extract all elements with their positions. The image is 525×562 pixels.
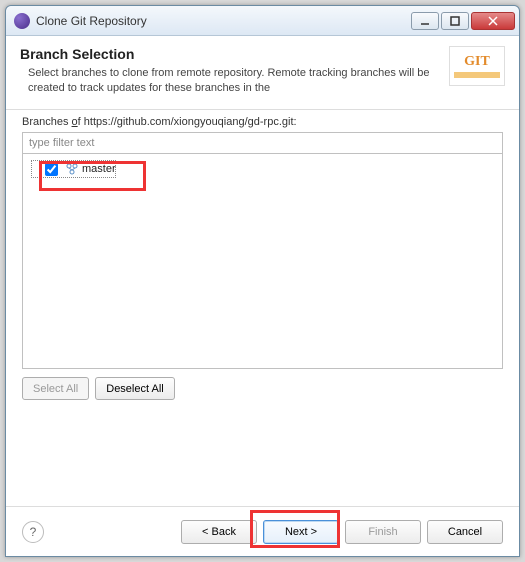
filter-placeholder: type filter text [29, 137, 94, 149]
select-all-button[interactable]: Select All [22, 377, 89, 400]
branch-tree[interactable]: master [22, 154, 503, 369]
branch-checkbox[interactable] [45, 163, 58, 176]
page-description: Select branches to clone from remote rep… [20, 66, 441, 97]
window-title: Clone Git Repository [36, 14, 411, 28]
cancel-button[interactable]: Cancel [427, 520, 503, 544]
git-logo: GIT [449, 46, 505, 86]
next-button[interactable]: Next > [263, 520, 339, 544]
branches-label: Branches of https://github.com/xiongyouq… [22, 116, 503, 128]
header-area: Branch Selection Select branches to clon… [6, 36, 519, 110]
app-icon [14, 13, 30, 29]
maximize-button[interactable] [441, 12, 469, 30]
window-controls [411, 12, 515, 30]
minimize-button[interactable] [411, 12, 439, 30]
footer: ? < Back Next > Finish Cancel [6, 506, 519, 556]
branch-icon [65, 162, 79, 176]
dialog-window: Clone Git Repository Branch Selection Se… [5, 5, 520, 557]
branch-item-master[interactable]: master [31, 160, 116, 178]
back-button[interactable]: < Back [181, 520, 257, 544]
page-title: Branch Selection [20, 46, 441, 62]
close-button[interactable] [471, 12, 515, 30]
deselect-all-button[interactable]: Deselect All [95, 377, 174, 400]
content-area: Branches of https://github.com/xiongyouq… [6, 106, 519, 506]
titlebar[interactable]: Clone Git Repository [6, 6, 519, 36]
filter-input[interactable]: type filter text [22, 132, 503, 154]
finish-button[interactable]: Finish [345, 520, 421, 544]
help-button[interactable]: ? [22, 521, 44, 543]
branch-name: master [82, 163, 116, 175]
